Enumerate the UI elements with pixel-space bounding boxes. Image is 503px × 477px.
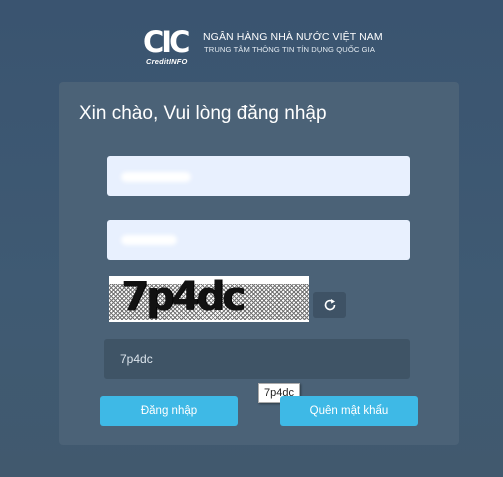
svg-text:CIC: CIC	[143, 26, 189, 59]
captcha-input[interactable]: 7p4dc	[104, 339, 410, 379]
login-button[interactable]: Đăng nhập	[100, 396, 238, 426]
username-masked-value	[121, 172, 191, 182]
header: CIC CreditINFO NGÂN HÀNG NHÀ NƯỚC VIỆT N…	[0, 0, 503, 76]
forgot-password-button[interactable]: Quên mật khẩu	[280, 396, 418, 426]
captcha-image: 7p4dc	[109, 276, 309, 322]
captcha-code: 7p4dc	[121, 276, 246, 320]
password-masked-value	[121, 235, 177, 245]
password-field[interactable]	[107, 220, 410, 260]
bank-name: NGÂN HÀNG NHÀ NƯỚC VIỆT NAM	[203, 31, 383, 43]
login-title: Xin chào, Vui lòng đăng nhập	[79, 103, 327, 124]
refresh-captcha-button[interactable]	[313, 292, 346, 318]
username-field[interactable]	[107, 156, 410, 196]
refresh-icon	[324, 299, 335, 311]
bank-subtitle: TRUNG TÂM THÔNG TIN TÍN DỤNG QUỐC GIA	[204, 45, 376, 54]
logo-subtitle: CreditINFO	[146, 57, 188, 66]
